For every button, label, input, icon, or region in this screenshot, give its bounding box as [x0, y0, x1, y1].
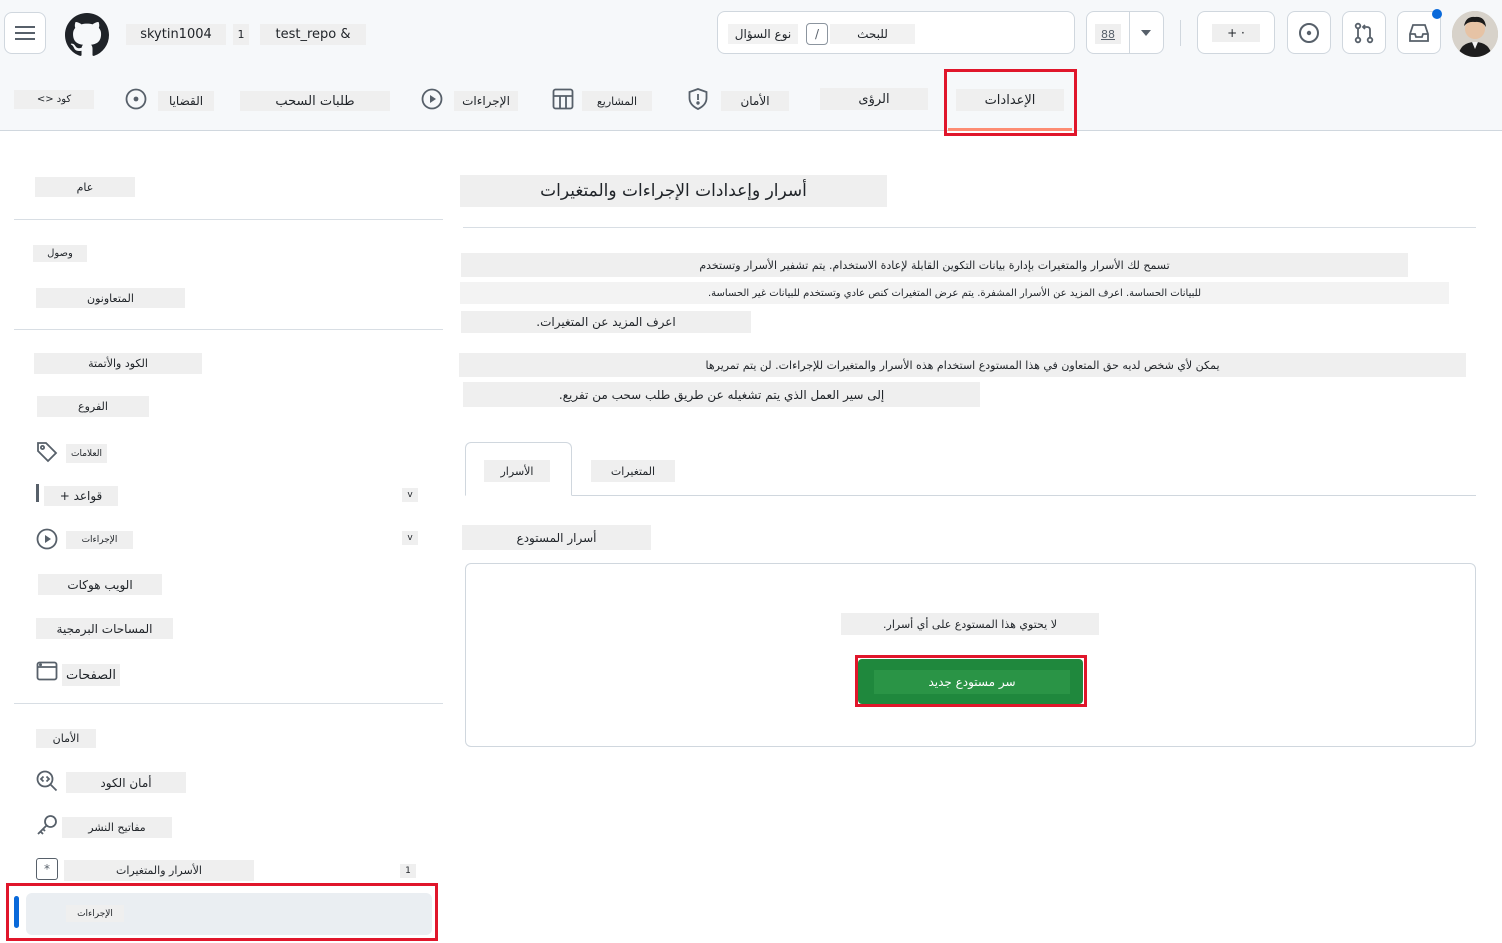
sidebar-item-codespaces[interactable]: المساحات البرمجية — [36, 618, 173, 639]
create-new-button[interactable]: + · — [1197, 11, 1275, 54]
sidebar-heading-code-automation: الكود والأتمتة — [34, 353, 202, 374]
notification-dot — [1432, 9, 1442, 19]
sidebar-item-collaborators[interactable]: المتعاونون — [36, 288, 185, 308]
copilot-button-group[interactable]: 88 — [1086, 11, 1164, 54]
sidebar-item-general[interactable]: عام — [35, 177, 135, 197]
copilot-icon[interactable]: 88 — [1095, 24, 1121, 44]
repository-secrets-heading: أسرار المستودع — [462, 525, 651, 550]
chevron-down-icon[interactable] — [1135, 22, 1157, 44]
codescan-icon — [35, 769, 59, 793]
tab-insights[interactable]: الرؤى — [820, 88, 928, 110]
sidebar-item-deploy-keys[interactable]: مفاتيح النشر — [62, 817, 172, 838]
highlight-settings-tab — [944, 69, 1077, 136]
tab-projects[interactable]: المشاريع — [582, 91, 652, 111]
hamburger-icon — [15, 26, 35, 40]
description-line-2: للبيانات الحساسة. اعرف المزيد عن الأسرار… — [460, 282, 1449, 304]
sidebar-heading-security: الأمان — [36, 729, 96, 748]
tab-security[interactable]: الأمان — [721, 91, 789, 111]
sidebar-item-tags[interactable]: العلامات — [66, 444, 107, 463]
sidebar-item-branches[interactable]: الفروع — [37, 396, 149, 417]
sidebar-item-secrets-variables[interactable]: الأسرار والمتغيرات — [64, 860, 254, 881]
git-pull-request-icon — [1354, 22, 1374, 43]
learn-more-variables-link[interactable]: اعرف المزيد عن المتغيرات. — [461, 311, 751, 333]
sidebar-item-rules[interactable]: + قواعد — [44, 486, 118, 506]
secrets-variables-chevron-icon[interactable]: 1 — [400, 864, 416, 878]
sidebar-item-webhooks[interactable]: الويب هوكات — [38, 574, 162, 595]
sidebar-divider — [14, 219, 443, 220]
actions-chevron-icon[interactable]: v — [402, 531, 418, 545]
repo-link[interactable]: test_repo & — [260, 24, 366, 45]
search-input[interactable]: نوع السؤال / للبحث — [717, 11, 1075, 54]
sidebar-heading-access: وصول — [33, 245, 87, 262]
sidebar-item-actions[interactable]: الإجراءات — [66, 531, 133, 549]
tab-issues[interactable]: القضايا — [158, 91, 214, 111]
key-icon — [35, 813, 59, 837]
empty-state-text: لا يحتوي هذا المستودع على أي أسرار. — [841, 613, 1099, 635]
page-title: أسرار وإعدادات الإجراءات والمتغيرات — [460, 175, 887, 207]
tab-code[interactable]: <> كود — [14, 90, 94, 109]
rules-icon — [36, 484, 39, 502]
search-hint: نوع السؤال — [728, 24, 798, 44]
highlight-new-secret-button — [855, 655, 1087, 707]
header-divider — [1180, 20, 1181, 46]
issue-circle-icon — [1299, 22, 1319, 43]
issues-button[interactable] — [1287, 11, 1331, 54]
shield-icon — [686, 87, 710, 111]
tab-variables[interactable]: المتغيرات — [591, 460, 675, 482]
github-logo-icon[interactable] — [64, 12, 110, 58]
owner-link[interactable]: skytin1004 — [126, 24, 226, 45]
browser-icon — [35, 659, 59, 683]
create-label: + · — [1212, 24, 1260, 42]
highlight-actions-item — [6, 883, 438, 941]
sidebar-divider — [14, 329, 443, 330]
description-line-5: إلى سير العمل الذي يتم تشغيله عن طريق طل… — [463, 382, 980, 407]
title-divider — [463, 227, 1476, 228]
rules-chevron-icon[interactable]: v — [402, 488, 418, 502]
search-shortcut-key: / — [806, 23, 828, 45]
tag-icon — [35, 440, 59, 464]
tab-secrets-label: الأسرار — [484, 460, 550, 482]
search-label: للبحث — [830, 24, 915, 44]
sidebar-item-code-security[interactable]: أمان الكود — [66, 772, 186, 793]
inbox-icon — [1409, 23, 1429, 42]
tab-actions[interactable]: الإجراءات — [454, 91, 518, 111]
play-icon — [35, 527, 59, 551]
description-line-1: تسمح لك الأسرار والمتغيرات بإدارة بيانات… — [461, 253, 1408, 277]
menu-button[interactable] — [4, 12, 46, 54]
avatar[interactable] — [1452, 11, 1498, 57]
tab-strip-border — [465, 495, 1476, 496]
description-line-4: يمكن لأي شخص لديه حق المتعاون في هذا الم… — [459, 353, 1466, 377]
asterisk-box-icon: * — [36, 858, 58, 880]
tab-pull-requests[interactable]: طلبات السحب — [240, 91, 390, 111]
issue-opened-icon — [124, 87, 148, 111]
button-divider — [1129, 12, 1130, 53]
breadcrumb-separator: 1 — [233, 24, 249, 45]
pull-requests-button[interactable] — [1342, 11, 1386, 54]
table-icon — [551, 87, 575, 111]
sidebar-divider — [14, 703, 443, 704]
play-icon — [420, 87, 444, 111]
sidebar-item-pages[interactable]: الصفحات — [62, 664, 120, 686]
